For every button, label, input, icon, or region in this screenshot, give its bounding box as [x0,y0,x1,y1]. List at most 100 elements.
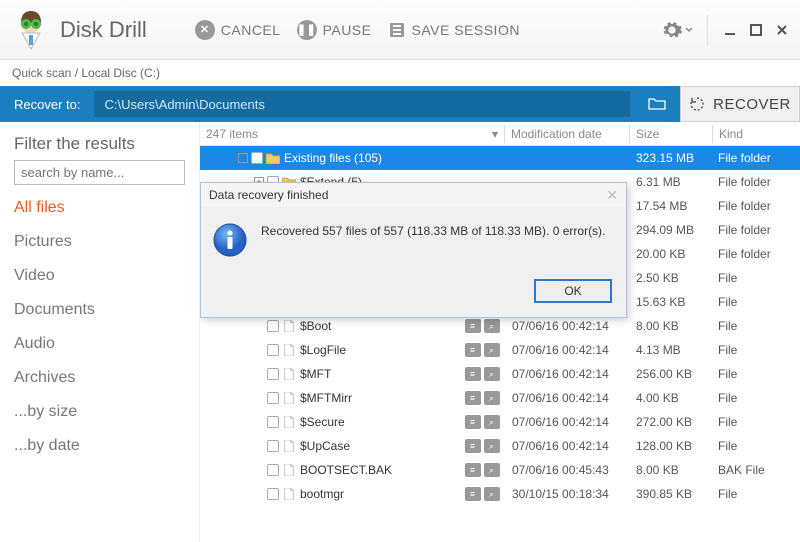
minimize-button[interactable] [722,22,738,38]
filter-pictures[interactable]: Pictures [14,225,185,259]
row-kind: File [710,415,800,429]
search-button[interactable]: ⌕ [484,319,500,333]
pause-button[interactable]: ❚❚ PAUSE [289,14,380,46]
cancel-button[interactable]: ✕ CANCEL [187,14,289,46]
save-session-label: SAVE SESSION [412,22,520,38]
preview-button[interactable]: ≡ [465,439,481,453]
row-kind: File [710,391,800,405]
row-name: $Boot [298,319,460,333]
preview-button[interactable]: ≡ [465,391,481,405]
file-icon [280,320,298,332]
row-size: 272.00 KB [628,415,710,429]
row-kind: File folder [710,247,800,261]
search-button[interactable]: ⌕ [484,415,500,429]
close-button[interactable] [774,22,790,38]
row-kind: File folder [710,151,800,165]
filter-documents[interactable]: Documents [14,293,185,327]
table-row[interactable]: $MFT≡⌕07/06/16 00:42:14256.00 KBFile [200,362,800,386]
row-checkbox[interactable] [267,320,279,332]
row-kind: File folder [710,175,800,189]
filter-audio[interactable]: Audio [14,327,185,361]
browse-folder-button[interactable] [638,96,676,113]
row-size: 4.13 MB [628,343,710,357]
search-button[interactable]: ⌕ [484,391,500,405]
search-input[interactable] [14,160,185,185]
table-row[interactable]: − Existing files (105) 323.15 MBFile folde… [200,146,800,170]
row-checkbox[interactable] [267,416,279,428]
preview-button[interactable]: ≡ [465,415,481,429]
row-size: 8.00 KB [628,463,710,477]
table-row[interactable]: $LogFile≡⌕07/06/16 00:42:144.13 MBFile [200,338,800,362]
row-checkbox[interactable] [267,440,279,452]
recover-to-label: Recover to: [0,97,94,112]
row-size: 8.00 KB [628,319,710,333]
row-checkbox[interactable] [251,152,263,164]
recover-icon [689,96,705,112]
search-button[interactable]: ⌕ [484,367,500,381]
row-checkbox[interactable] [267,464,279,476]
filter-all-files[interactable]: All files [14,191,185,225]
preview-button[interactable]: ≡ [465,319,481,333]
table-row[interactable]: $UpCase≡⌕07/06/16 00:42:14128.00 KBFile [200,434,800,458]
filter--by-size[interactable]: ...by size [14,395,185,429]
app-title: Disk Drill [60,17,147,43]
expand-toggle[interactable]: − [238,153,248,163]
row-size: 6.31 MB [628,175,710,189]
filter-archives[interactable]: Archives [14,361,185,395]
preview-button[interactable]: ≡ [465,487,481,501]
search-button[interactable]: ⌕ [484,487,500,501]
row-name: $LogFile [298,343,460,357]
row-size: 323.15 MB [628,151,710,165]
row-name: $MFTMirr [298,391,460,405]
search-button[interactable]: ⌕ [484,343,500,357]
maximize-button[interactable] [748,22,764,38]
table-row[interactable]: $Secure≡⌕07/06/16 00:42:14272.00 KBFile [200,410,800,434]
row-checkbox[interactable] [267,488,279,500]
titlebar: Disk Drill ✕ CANCEL ❚❚ PAUSE SAVE SESSIO… [0,0,800,60]
filter--by-date[interactable]: ...by date [14,429,185,463]
app-logo-icon [10,9,52,51]
folder-open-icon [648,96,666,110]
table-row[interactable]: bootmgr≡⌕30/10/15 00:18:34390.85 KBFile [200,482,800,506]
save-session-button[interactable]: SAVE SESSION [380,15,528,45]
row-size: 2.50 KB [628,271,710,285]
recover-path-input[interactable]: C:\Users\Admin\Documents [94,91,630,117]
settings-button[interactable] [661,19,693,41]
row-name: $UpCase [298,439,460,453]
row-date: 07/06/16 00:42:14 [504,439,628,453]
row-name: bootmgr [298,487,460,501]
dialog-close-button[interactable]: ✕ [606,187,618,204]
row-checkbox[interactable] [267,344,279,356]
divider [707,15,708,45]
preview-button[interactable]: ≡ [465,343,481,357]
row-size: 15.63 KB [628,295,710,309]
file-icon [280,416,298,428]
dialog-ok-button[interactable]: OK [534,279,612,303]
row-size: 256.00 KB [628,367,710,381]
col-size[interactable]: Size [630,127,712,141]
preview-button[interactable]: ≡ [465,367,481,381]
table-row[interactable]: BOOTSECT.BAK≡⌕07/06/16 00:45:438.00 KBBA… [200,458,800,482]
row-name: Existing files (105) [282,151,460,165]
search-button[interactable]: ⌕ [484,439,500,453]
col-modification[interactable]: Modification date [505,127,629,141]
recover-button[interactable]: RECOVER [680,86,800,122]
info-icon [213,223,247,257]
filter-video[interactable]: Video [14,259,185,293]
sort-indicator-icon[interactable]: ▾ [492,127,498,141]
row-kind: File [710,271,800,285]
row-checkbox[interactable] [267,368,279,380]
row-kind: File [710,439,800,453]
pause-label: PAUSE [323,22,372,38]
search-button[interactable]: ⌕ [484,463,500,477]
file-icon [280,368,298,380]
row-size: 390.85 KB [628,487,710,501]
recover-button-label: RECOVER [713,96,791,113]
col-kind[interactable]: Kind [713,127,800,141]
row-checkbox[interactable] [267,392,279,404]
save-icon [388,21,406,39]
folder-icon [264,152,282,164]
cancel-icon: ✕ [195,20,215,40]
table-row[interactable]: $MFTMirr≡⌕07/06/16 00:42:144.00 KBFile [200,386,800,410]
preview-button[interactable]: ≡ [465,463,481,477]
